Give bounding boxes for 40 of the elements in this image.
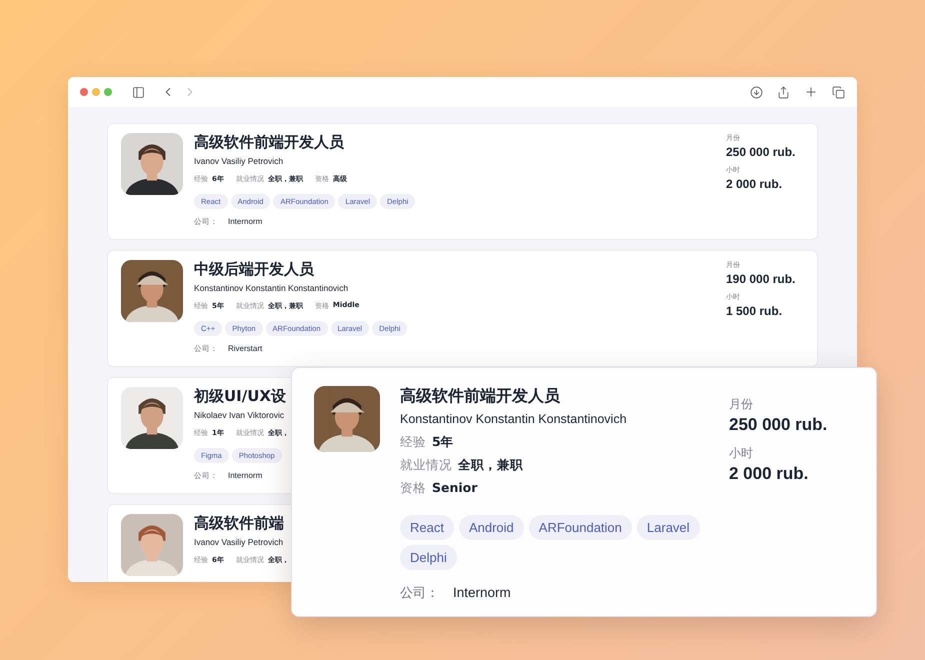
salary-value: 2 000 rub. — [726, 177, 784, 191]
salary-label: 小时 — [729, 445, 754, 462]
meta-value: Senior — [432, 480, 478, 497]
plus-icon[interactable] — [804, 85, 818, 99]
candidate-name: Nikolaev Ivan Viktorovic — [194, 410, 284, 420]
salary-value: 250 000 rub. — [729, 415, 828, 435]
meta-label: 就业情况 — [400, 456, 452, 474]
candidate-name: Konstantinov Konstantin Konstantinovich — [400, 412, 627, 426]
download-icon[interactable] — [750, 86, 763, 98]
salary-label: 月份 — [729, 396, 754, 413]
company-name: Riverstart — [228, 344, 262, 352]
tabs-icon[interactable] — [832, 86, 845, 98]
candidate-name: Konstantinov Konstantin Konstantinovich — [194, 282, 348, 292]
company-label: 公司： — [400, 584, 439, 602]
company-name: Internorm — [228, 470, 262, 480]
close-button[interactable] — [80, 88, 88, 96]
company-name: Internorm — [228, 216, 262, 226]
skill-tag: Delphi — [400, 544, 457, 570]
meta-label: 资格 — [400, 480, 426, 497]
job-title: 中级后端开发人员 — [194, 260, 314, 280]
skill-tag: ARFoundation — [528, 514, 632, 540]
meta-value: 全职，兼职 — [458, 456, 523, 474]
skill-tag: Laravel — [636, 514, 700, 540]
skill-tag: Android — [458, 514, 524, 540]
salary-value: 2 000 rub. — [729, 464, 810, 484]
job-title: 高级软件前端开发人员 — [194, 133, 344, 152]
job-title: 高级软件前端 — [194, 514, 284, 534]
skill-tag: React — [400, 514, 454, 540]
salary-value: 250 000 rub. — [726, 145, 796, 159]
share-icon[interactable] — [777, 86, 790, 98]
candidate-name: Ivanov Vasiliy Petrovich — [194, 156, 284, 166]
candidate-name: Ivanov Vasiliy Petrovich — [194, 536, 284, 546]
job-title: 初级UI/UX设 — [194, 387, 286, 406]
meta-label: 经验 — [400, 434, 426, 451]
salary-value: 1 500 rub. — [726, 304, 784, 318]
salary-value: 190 000 rub. — [726, 272, 796, 286]
job-title: 高级软件前端开发人员 — [400, 386, 560, 407]
sidebar-icon[interactable] — [132, 86, 145, 98]
company-name: Internorm — [453, 584, 511, 600]
meta-value: 5年 — [432, 434, 454, 451]
